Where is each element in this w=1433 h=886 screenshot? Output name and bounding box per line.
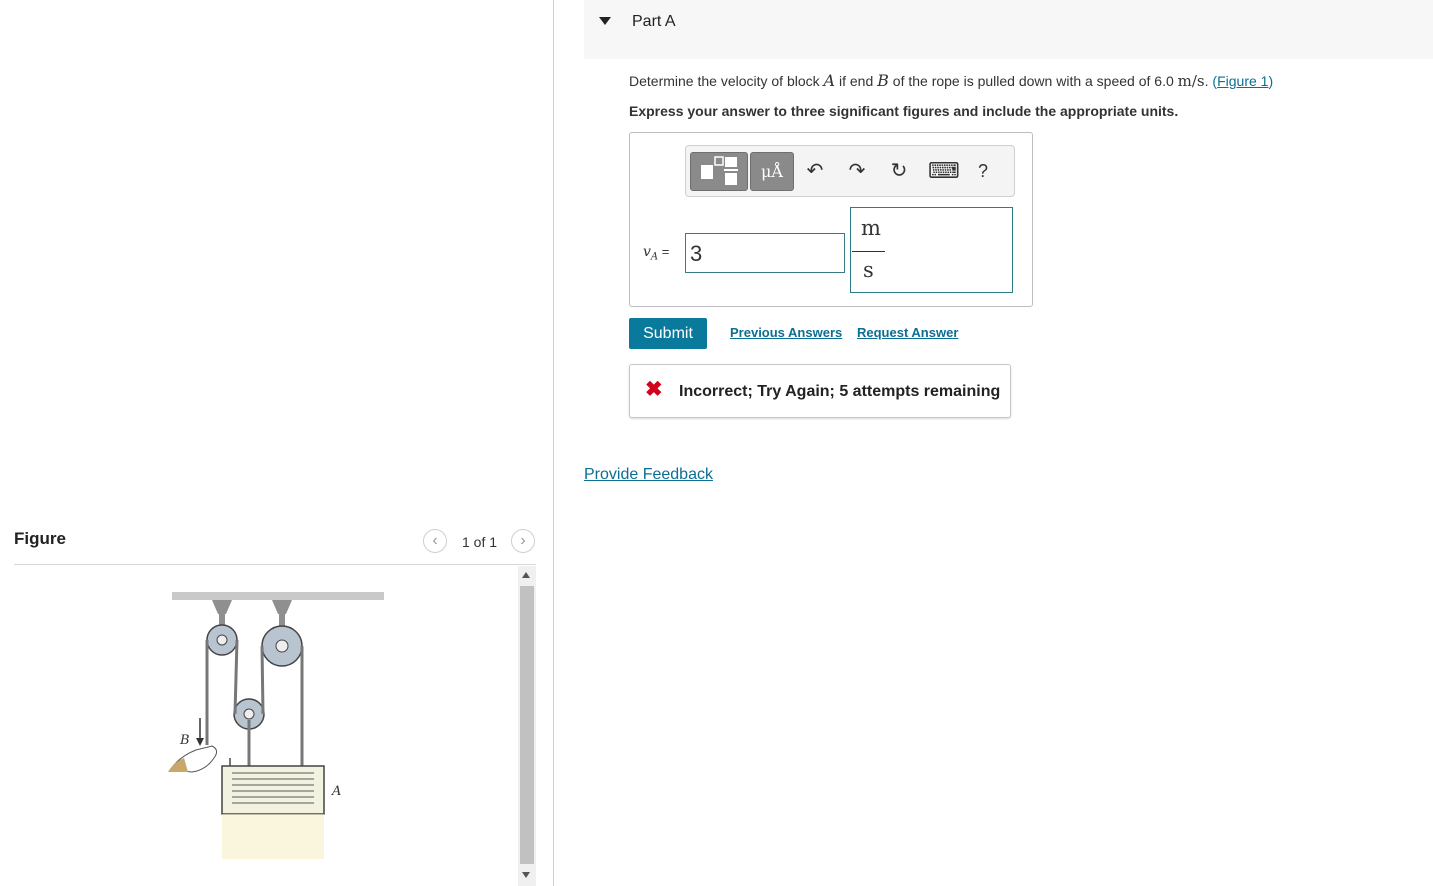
label-b: B	[179, 733, 190, 748]
unit-denominator: s	[863, 258, 874, 282]
feedback-message: Incorrect; Try Again; 5 attempts remaini…	[679, 383, 1001, 400]
question-text: Determine the velocity of block A if end…	[629, 71, 1274, 90]
provide-feedback-link[interactable]: Provide Feedback	[584, 466, 713, 484]
instruction-text: Express your answer to three significant…	[629, 103, 1179, 119]
label-a: A	[331, 784, 341, 799]
keyboard-icon[interactable]: ⌨	[928, 159, 960, 183]
previous-answers-link[interactable]: Previous Answers	[730, 325, 842, 340]
error-x-icon: ✖	[645, 378, 663, 401]
next-figure-button[interactable]: ›	[511, 529, 535, 553]
figure-title: Figure	[14, 529, 66, 548]
unit-numerator: m	[861, 216, 881, 240]
panel-divider	[553, 0, 554, 520]
fraction-bar	[852, 251, 885, 252]
scrollbar-thumb[interactable]	[520, 586, 534, 864]
reset-icon[interactable]: ↻	[886, 159, 912, 183]
submit-button[interactable]: Submit	[629, 318, 707, 349]
value-input[interactable]: 3	[685, 233, 845, 273]
part-header[interactable]: Part A	[584, 0, 1433, 59]
units-input[interactable]: m s	[850, 207, 1013, 293]
fraction-template-icon	[701, 156, 738, 185]
collapse-triangle-icon[interactable]	[599, 17, 611, 25]
undo-icon[interactable]: ↶	[802, 159, 828, 183]
scroll-up-arrow-icon[interactable]	[522, 572, 530, 578]
figure-link[interactable]: Figure 1	[1217, 73, 1268, 89]
answer-box: μÅ ↶ ↷ ↻ ⌨ ? vA = 3 m s	[629, 132, 1033, 307]
variable-label: vA =	[643, 244, 670, 263]
block-shadow	[222, 814, 324, 859]
figure-scrollbar[interactable]	[518, 566, 536, 886]
chevron-right-icon: ›	[520, 532, 526, 549]
feedback-box: ✖ Incorrect; Try Again; 5 attempts remai…	[629, 364, 1011, 418]
part-title: Part A	[632, 13, 676, 30]
help-icon[interactable]: ?	[970, 159, 996, 183]
templates-button[interactable]	[690, 152, 748, 191]
figure-page-count: 1 of 1	[462, 534, 498, 550]
prev-figure-button[interactable]: ‹	[423, 529, 447, 553]
units-button[interactable]: μÅ	[750, 152, 794, 191]
math-toolbar: μÅ ↶ ↷ ↻ ⌨ ?	[685, 145, 1015, 197]
ceiling	[172, 592, 384, 600]
redo-icon[interactable]: ↷	[844, 159, 870, 183]
panel-divider-lower	[553, 520, 554, 886]
pulley-figure: B A	[168, 592, 384, 859]
scroll-down-arrow-icon[interactable]	[522, 872, 530, 878]
chevron-left-icon: ‹	[432, 532, 438, 549]
request-answer-link[interactable]: Request Answer	[857, 325, 958, 340]
figure-divider	[14, 564, 536, 565]
